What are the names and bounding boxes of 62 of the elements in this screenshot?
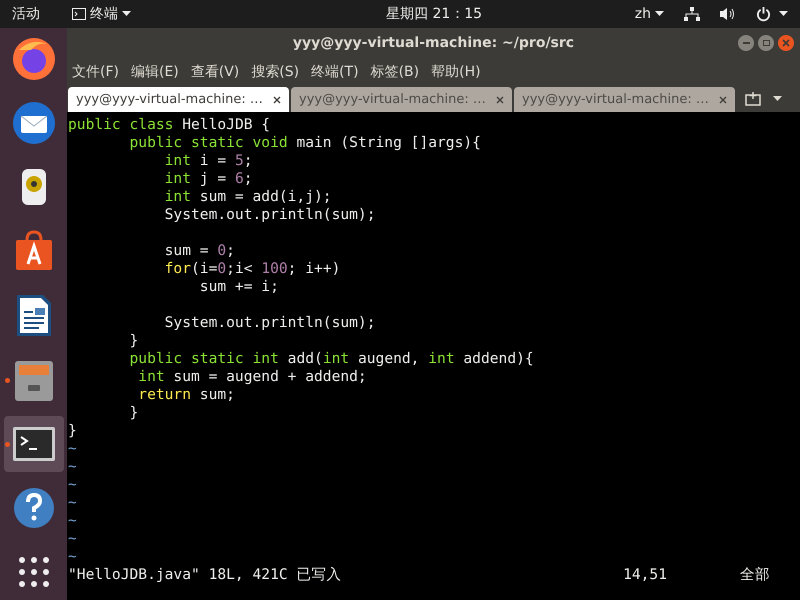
close-icon <box>782 39 790 47</box>
code-line: public static void main (String []args){ <box>130 134 481 151</box>
code-line: public static int add(int augend, int addend){ <box>130 350 534 367</box>
code-line: int i = 5; <box>164 152 253 169</box>
menu-item[interactable]: 标签(B) <box>370 62 420 82</box>
activities-button[interactable]: 活动 <box>12 4 40 24</box>
tilde-marker: ~ <box>68 548 77 565</box>
volume-icon[interactable] <box>720 7 736 21</box>
tilde-marker: ~ <box>68 458 77 475</box>
dock-item[interactable] <box>4 416 64 472</box>
code-line: int sum = augend + addend; <box>138 368 367 385</box>
menu-item[interactable]: 帮助(H) <box>431 62 481 82</box>
menu-item[interactable]: 编辑(E) <box>130 62 179 82</box>
caret-icon <box>779 11 788 17</box>
bird-envelope-icon <box>10 100 56 146</box>
terminal-icon <box>72 8 86 20</box>
code-line: sum = 0; <box>164 242 235 259</box>
close-button[interactable] <box>778 35 794 51</box>
code-line: int j = 6; <box>164 170 253 187</box>
code-line: System.out.println(sum); <box>164 314 376 331</box>
minimize-button[interactable] <box>738 35 754 51</box>
clock[interactable]: 星期四 21：15 <box>386 4 482 24</box>
maximize-button[interactable] <box>758 35 774 51</box>
terminal-tab[interactable]: yyy@yyy-virtual-machine: … <box>68 87 289 112</box>
new-tab-icon[interactable] <box>745 92 761 106</box>
close-icon[interactable] <box>496 96 504 104</box>
cursor-position: 14,51 <box>623 566 667 584</box>
code-line: public class HelloJDB { <box>68 116 270 133</box>
power-icon <box>756 6 771 22</box>
menu-item[interactable]: 搜索(S) <box>251 62 300 82</box>
code-line: System.out.println(sum); <box>164 206 376 223</box>
caret-icon <box>122 11 131 17</box>
menu-item[interactable]: 终端(T) <box>311 62 359 82</box>
terminal-tab[interactable]: yyy@yyy-virtual-machine: … <box>291 87 512 112</box>
terminal-tab[interactable]: yyy@yyy-virtual-machine: … <box>514 87 735 112</box>
caret-icon[interactable] <box>773 96 782 102</box>
tilde-marker: ~ <box>68 494 77 511</box>
code-line: } <box>68 422 77 439</box>
code-line: } <box>130 332 138 349</box>
menu-item[interactable]: 查看(V) <box>190 62 240 82</box>
scroll-position: 全部 <box>740 566 770 584</box>
code-line: return sum; <box>138 386 235 403</box>
tilde-marker: ~ <box>68 476 77 493</box>
code-line: sum += i; <box>200 278 279 295</box>
app-grid-icon <box>16 555 50 590</box>
input-method-menu[interactable]: zh <box>634 4 664 24</box>
code-line: int sum = add(i,j); <box>164 188 332 205</box>
tilde-marker: ~ <box>68 440 77 457</box>
network-icon[interactable] <box>684 7 700 21</box>
menu-item[interactable]: 文件(F) <box>72 62 119 82</box>
power-menu[interactable] <box>756 6 788 22</box>
close-icon[interactable] <box>273 96 281 104</box>
status-message: "HelloJDB.java" 18L, 421C 已写入 <box>68 566 342 584</box>
code-line: } <box>130 404 138 421</box>
caret-icon <box>655 11 664 17</box>
tilde-marker: ~ <box>68 512 77 529</box>
code-line: for(i=0;i< 100; i++) <box>164 260 340 277</box>
app-menu[interactable]: 终端 <box>72 4 131 24</box>
fox-globe-icon <box>10 36 56 82</box>
close-icon[interactable] <box>719 96 727 104</box>
window-title: yyy@yyy-virtual-machine: ~/pro/src <box>292 34 574 52</box>
tilde-marker: ~ <box>68 530 77 547</box>
